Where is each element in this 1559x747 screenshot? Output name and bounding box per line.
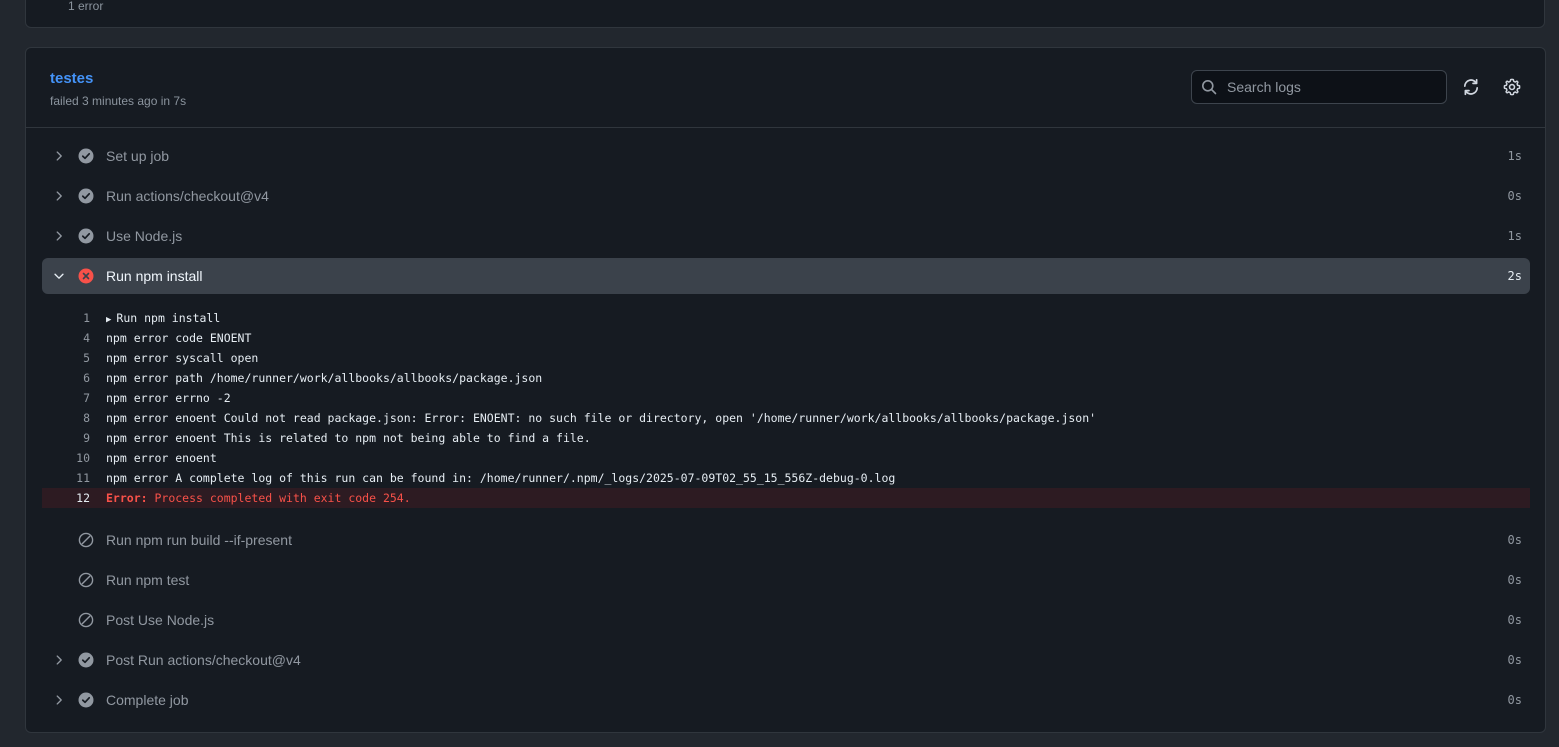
log-line: 8 npm error enoent Could not read package… — [42, 408, 1530, 428]
log-text: npm error path /home/runner/work/allbook… — [106, 371, 543, 385]
line-number[interactable]: 4 — [42, 331, 90, 345]
search-icon — [1202, 80, 1217, 95]
check-circle-fill-icon — [78, 228, 94, 244]
step-log: 1 ▶ Run npm install 4 npm error code ENOENT 5… — [42, 298, 1530, 518]
triangle-right-icon[interactable]: ▶ — [106, 315, 111, 325]
log-text: Process completed with exit code 254. — [147, 491, 411, 505]
step-name: Run npm test — [106, 572, 190, 588]
check-circle-fill-icon — [78, 188, 94, 204]
step-row[interactable]: Complete job 0s — [42, 682, 1530, 718]
step-row[interactable]: Post Use Node.js 0s — [42, 602, 1530, 638]
chevron-down-icon — [54, 273, 64, 279]
log-line: 1 ▶ Run npm install — [42, 308, 1530, 328]
step-duration: 0s — [1507, 613, 1522, 627]
step-row[interactable]: Post Run actions/checkout@v4 0s — [42, 642, 1530, 678]
step-duration: 0s — [1507, 573, 1522, 587]
line-number[interactable]: 10 — [42, 451, 90, 465]
check-circle-fill-icon — [78, 692, 94, 708]
chevron-right-icon — [56, 655, 62, 665]
step-duration: 1s — [1507, 229, 1522, 243]
step-duration: 2s — [1507, 269, 1522, 283]
chevron-right-icon — [56, 151, 62, 161]
step-row[interactable]: Set up job 1s — [42, 138, 1530, 174]
error-label: Error: — [106, 491, 148, 505]
error-count: 1 error — [68, 0, 104, 13]
skip-icon — [78, 572, 94, 588]
log-line: 7 npm error errno -2 — [42, 388, 1530, 408]
log-text: npm error A complete log of this run can… — [106, 471, 896, 485]
log-text: npm error enoent Could not read package.… — [106, 411, 1097, 425]
job-title-link[interactable]: testes — [50, 70, 93, 87]
line-number[interactable]: 9 — [42, 431, 90, 445]
log-line-error: 12 Error: Process completed with exit cod… — [42, 488, 1530, 508]
line-number[interactable]: 11 — [42, 471, 90, 485]
chevron-right-icon — [56, 191, 62, 201]
log-text: Run npm install — [116, 311, 221, 325]
step-duration: 0s — [1507, 533, 1522, 547]
log-text: npm error code ENOENT — [106, 331, 252, 345]
skip-icon — [78, 612, 94, 628]
log-line: 4 npm error code ENOENT — [42, 328, 1530, 348]
gear-icon — [1503, 78, 1521, 96]
log-text: npm error errno -2 — [106, 391, 231, 405]
job-status-text: failed 3 minutes ago in 7s — [50, 94, 187, 108]
log-line: 6 npm error path /home/runner/work/allboo… — [42, 368, 1530, 388]
line-number[interactable]: 7 — [42, 391, 90, 405]
log-text: npm error enoent — [106, 451, 217, 465]
step-name: Use Node.js — [106, 228, 183, 244]
chevron-right-icon — [56, 231, 62, 241]
check-circle-fill-icon — [78, 652, 94, 668]
step-duration: 1s — [1507, 149, 1522, 163]
step-row[interactable]: Run actions/checkout@v4 0s — [42, 178, 1530, 214]
step-duration: 0s — [1507, 189, 1522, 203]
log-text: npm error syscall open — [106, 351, 259, 365]
step-name: Run npm install — [106, 268, 203, 284]
previous-summary-card: 1 error — [25, 0, 1545, 28]
steps-list: Set up job 1s Run actions/checkout@v4 0s Use… — [42, 138, 1530, 722]
step-duration: 0s — [1507, 693, 1522, 707]
step-run-npm-install[interactable]: Run npm install 2s — [42, 258, 1530, 294]
line-number[interactable]: 5 — [42, 351, 90, 365]
step-row[interactable]: Run npm run build --if-present 0s — [42, 522, 1530, 558]
chevron-right-icon — [56, 695, 62, 705]
step-row[interactable]: Run npm test 0s — [42, 562, 1530, 598]
refresh-button[interactable] — [1459, 75, 1483, 99]
step-name: Post Use Node.js — [106, 612, 215, 628]
step-name: Run actions/checkout@v4 — [106, 188, 269, 204]
skip-icon — [78, 532, 94, 548]
step-name: Run npm run build --if-present — [106, 532, 292, 548]
log-text: npm error enoent This is related to npm … — [106, 431, 591, 445]
line-number[interactable]: 6 — [42, 371, 90, 385]
step-row[interactable]: Use Node.js 1s — [42, 218, 1530, 254]
line-number[interactable]: 8 — [42, 411, 90, 425]
search-logs-input[interactable] — [1225, 78, 1439, 96]
job-header: testes failed 3 minutes ago in 7s — [26, 48, 1545, 128]
check-circle-fill-icon — [78, 148, 94, 164]
search-logs-box[interactable] — [1191, 70, 1447, 104]
refresh-icon — [1463, 78, 1479, 96]
job-log-panel: testes failed 3 minutes ago in 7s Search… — [25, 47, 1546, 733]
line-number[interactable]: 12 — [42, 491, 90, 505]
step-duration: 0s — [1507, 653, 1522, 667]
line-number[interactable]: 1 — [42, 311, 90, 325]
step-name: Post Run actions/checkout@v4 — [106, 652, 301, 668]
settings-button[interactable] — [1500, 75, 1524, 99]
x-circle-fill-icon — [78, 268, 94, 284]
log-line: 5 npm error syscall open — [42, 348, 1530, 368]
log-line: 9 npm error enoent This is related to npm… — [42, 428, 1530, 448]
log-line: 11 npm error A complete log of this run c… — [42, 468, 1530, 488]
step-name: Set up job — [106, 148, 170, 164]
step-name: Complete job — [106, 692, 189, 708]
log-line: 10 npm error enoent — [42, 448, 1530, 468]
